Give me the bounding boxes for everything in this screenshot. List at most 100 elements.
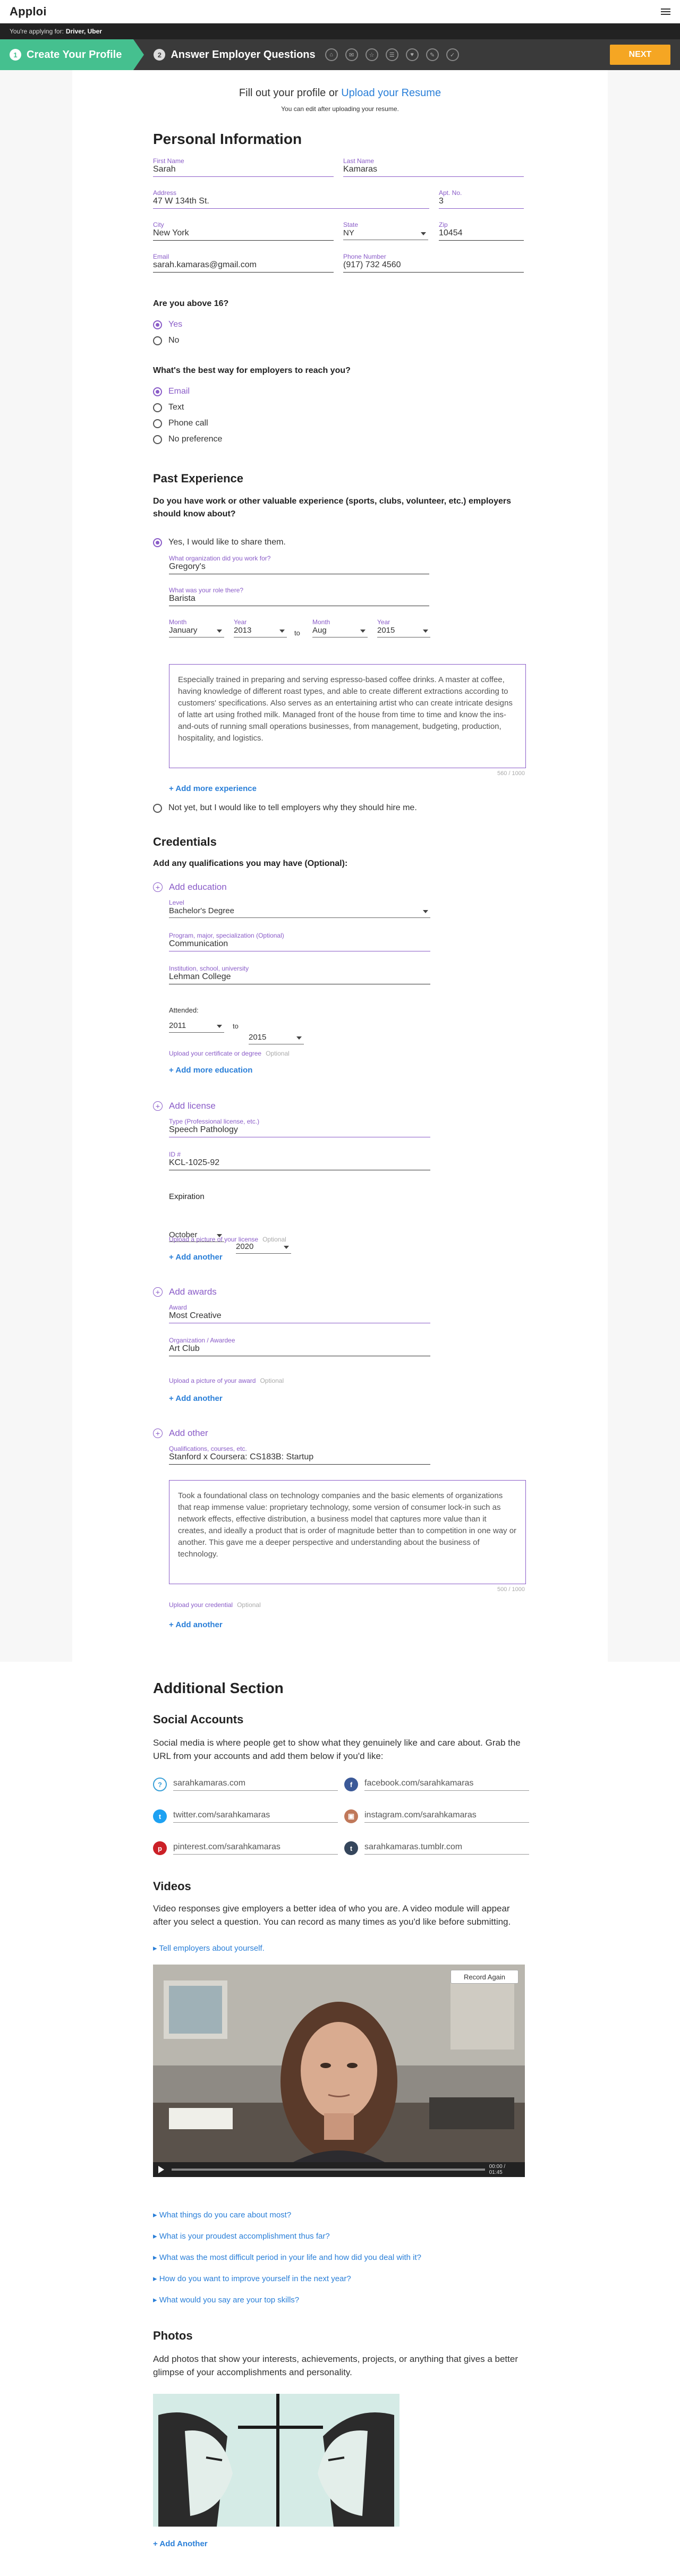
state-select[interactable]: NY	[343, 228, 428, 240]
license-type-input[interactable]: Speech Pathology	[169, 1125, 430, 1137]
social-instagram-row[interactable]: ▣ instagram.com/sarahkamaras	[344, 1809, 529, 1823]
pencil-icon[interactable]: ✎	[426, 48, 439, 61]
city-field[interactable]: City New York	[153, 221, 334, 241]
play-icon[interactable]	[158, 2166, 164, 2173]
add-other-toggle[interactable]: + Add other	[153, 1428, 208, 1439]
add-awards-toggle[interactable]: + Add awards	[153, 1287, 217, 1297]
apploi-logo[interactable]: Apploi	[10, 5, 47, 19]
reach-phone-radio[interactable]: Phone call	[153, 419, 208, 428]
first-name-field[interactable]: First Name Sarah	[153, 157, 334, 177]
reach-email-radio[interactable]: Email	[153, 387, 190, 396]
level-select[interactable]: Bachelor's Degree	[169, 906, 430, 918]
email-field[interactable]: Email sarah.kamaras@gmail.com	[153, 253, 334, 273]
add-another-license-link[interactable]: + Add another	[169, 1253, 223, 1262]
end-month-select[interactable]: Aug	[312, 626, 368, 637]
step-answer-questions[interactable]: 2 Answer Employer Questions	[154, 49, 316, 61]
check-icon[interactable]: ✓	[446, 48, 459, 61]
star-icon[interactable]: ☆	[365, 48, 378, 61]
address-input[interactable]: 47 W 134th St.	[153, 197, 429, 209]
hamburger-menu-icon[interactable]	[661, 7, 670, 16]
end-year-field[interactable]: Year 2015	[377, 618, 430, 637]
upload-degree-link[interactable]: Upload your certificate or degree Optiona…	[169, 1050, 290, 1057]
add-another-award-link[interactable]: + Add another	[169, 1394, 223, 1403]
upload-credential-link[interactable]: Upload your credential Optional	[169, 1601, 261, 1609]
organization-field[interactable]: What organization did you work for? Greg…	[169, 555, 429, 574]
other-input[interactable]: Stanford x Coursera: CS183B: Startup	[169, 1452, 430, 1465]
list-icon[interactable]: ☰	[385, 48, 398, 61]
video-question-tell-about[interactable]: ▸ Tell employers about yourself.	[153, 1943, 265, 1953]
facebook-input[interactable]: facebook.com/sarahkamaras	[364, 1779, 529, 1791]
record-again-button[interactable]: Record Again	[450, 1970, 518, 1984]
other-qualification-field[interactable]: Qualifications, courses, etc. Stanford x…	[169, 1445, 430, 1465]
other-description-textarea[interactable]: Took a foundational class on technology …	[169, 1480, 526, 1584]
end-month-field[interactable]: Month Aug	[312, 618, 368, 637]
award-field[interactable]: Award Most Creative	[169, 1304, 430, 1323]
awarder-field[interactable]: Organization / Awardee Art Club	[169, 1337, 430, 1356]
zip-field[interactable]: Zip 10454	[439, 221, 524, 241]
phone-field[interactable]: Phone Number (917) 732 4560	[343, 253, 524, 273]
apt-input[interactable]: 3	[439, 197, 524, 209]
attended-start-select[interactable]: 2011	[169, 1021, 224, 1033]
tumblr-input[interactable]: sarahkamaras.tumblr.com	[364, 1842, 529, 1855]
address-field[interactable]: Address 47 W 134th St.	[153, 189, 429, 209]
first-name-input[interactable]: Sarah	[153, 165, 334, 177]
add-education-toggle[interactable]: + Add education	[153, 882, 227, 892]
social-pinterest-row[interactable]: p pinterest.com/sarahkamaras	[153, 1841, 338, 1855]
home-icon[interactable]: ⌂	[325, 48, 338, 61]
license-type-field[interactable]: Type (Professional license, etc.) Speech…	[169, 1118, 430, 1137]
apt-field[interactable]: Apt. No. 3	[439, 189, 524, 209]
add-another-other-link[interactable]: + Add another	[169, 1620, 223, 1629]
video-player[interactable]: Record Again 00:00 / 01:45	[153, 1965, 525, 2177]
expiration-year-select[interactable]: 2020	[236, 1242, 291, 1254]
role-field[interactable]: What was your role there? Barista	[169, 586, 429, 606]
social-tumblr-row[interactable]: t sarahkamaras.tumblr.com	[344, 1841, 529, 1855]
award-input[interactable]: Most Creative	[169, 1311, 430, 1323]
awarder-input[interactable]: Art Club	[169, 1344, 430, 1356]
reach-none-radio[interactable]: No preference	[153, 435, 222, 444]
twitter-input[interactable]: twitter.com/sarahkamaras	[173, 1810, 338, 1823]
video-scrubber[interactable]	[172, 2169, 485, 2171]
state-field[interactable]: State NY	[343, 221, 428, 240]
zip-input[interactable]: 10454	[439, 228, 524, 241]
attended-end-select[interactable]: 2015	[249, 1033, 304, 1044]
last-name-input[interactable]: Kamaras	[343, 165, 524, 177]
video-question-proudest[interactable]: ▸ What is your proudest accomplishment t…	[153, 2231, 330, 2241]
social-twitter-row[interactable]: t twitter.com/sarahkamaras	[153, 1809, 338, 1823]
start-month-field[interactable]: Month January	[169, 618, 224, 637]
video-question-care-about[interactable]: ▸ What things do you care about most?	[153, 2210, 291, 2220]
start-month-select[interactable]: January	[169, 626, 224, 637]
video-question-difficult-period[interactable]: ▸ What was the most difficult period in …	[153, 2252, 421, 2262]
organization-input[interactable]: Gregory's	[169, 562, 429, 574]
program-input[interactable]: Communication	[169, 939, 430, 951]
experience-description-textarea[interactable]: Especially trained in preparing and serv…	[169, 664, 526, 768]
uploaded-photo[interactable]	[153, 2394, 400, 2527]
city-input[interactable]: New York	[153, 228, 334, 241]
pinterest-input[interactable]: pinterest.com/sarahkamaras	[173, 1842, 338, 1855]
last-name-field[interactable]: Last Name Kamaras	[343, 157, 524, 177]
phone-input[interactable]: (917) 732 4560	[343, 260, 524, 273]
upload-resume-link[interactable]: Upload your Resume	[341, 87, 441, 99]
institution-input[interactable]: Lehman College	[169, 972, 430, 984]
age-no-radio[interactable]: No	[153, 336, 179, 345]
license-id-input[interactable]: KCL-1025-92	[169, 1158, 430, 1170]
role-input[interactable]: Barista	[169, 594, 429, 606]
mail-icon[interactable]: ✉	[345, 48, 358, 61]
experience-not-yet-radio[interactable]: Not yet, but I would like to tell employ…	[153, 803, 417, 813]
email-input[interactable]: sarah.kamaras@gmail.com	[153, 260, 334, 273]
add-more-experience-link[interactable]: + Add more experience	[169, 784, 257, 793]
upload-license-link[interactable]: Upload a picture of your license Optional	[169, 1236, 286, 1243]
social-facebook-row[interactable]: f facebook.com/sarahkamaras	[344, 1778, 529, 1791]
upload-award-link[interactable]: Upload a picture of your award Optional	[169, 1377, 284, 1384]
license-id-field[interactable]: ID # KCL-1025-92	[169, 1151, 430, 1170]
add-more-education-link[interactable]: + Add more education	[169, 1066, 252, 1075]
website-input[interactable]: sarahkamaras.com	[173, 1779, 338, 1791]
education-level-field[interactable]: Level Bachelor's Degree	[169, 899, 430, 918]
institution-field[interactable]: Institution, school, university Lehman C…	[169, 965, 430, 984]
add-another-photo-link[interactable]: + Add Another	[153, 2539, 208, 2548]
program-field[interactable]: Program, major, specialization (Optional…	[169, 932, 430, 951]
age-yes-radio[interactable]: Yes	[153, 320, 182, 329]
start-year-select[interactable]: 2013	[234, 626, 287, 637]
add-license-toggle[interactable]: + Add license	[153, 1101, 216, 1111]
experience-yes-radio[interactable]: Yes, I would like to share them.	[153, 538, 286, 547]
social-website-row[interactable]: ? sarahkamaras.com	[153, 1778, 338, 1791]
